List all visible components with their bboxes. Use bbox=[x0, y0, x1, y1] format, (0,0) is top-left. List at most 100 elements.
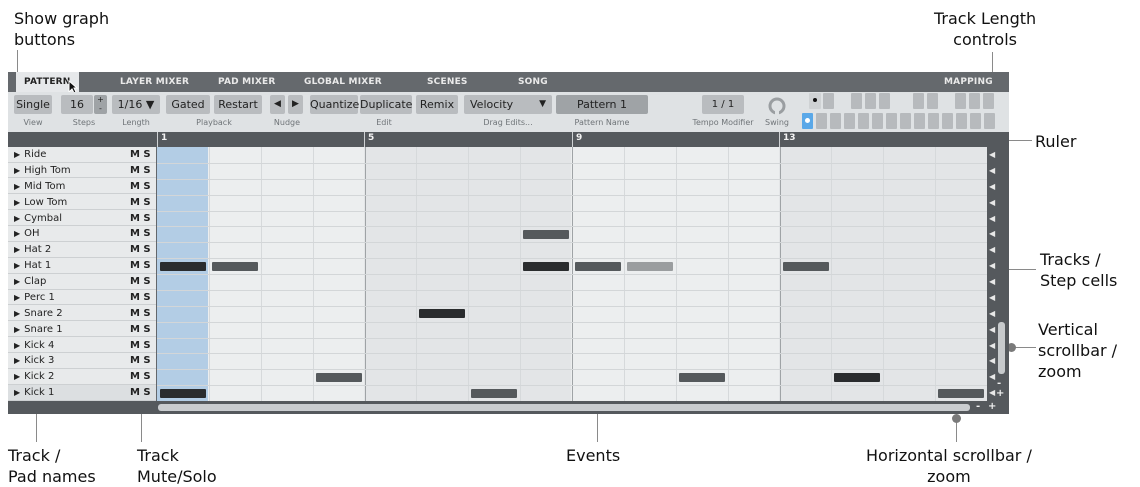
track-length-arrow-icon[interactable]: ◀ bbox=[989, 373, 995, 381]
track-row[interactable]: ▶ Kick 1 M S bbox=[8, 385, 156, 401]
track-row[interactable]: ▶ Kick 3 M S bbox=[8, 353, 156, 369]
view-button[interactable]: Single bbox=[14, 95, 52, 114]
expand-triangle-icon[interactable]: ▶ bbox=[14, 245, 20, 254]
expand-triangle-icon[interactable]: ▶ bbox=[14, 388, 20, 397]
track-length-arrow-icon[interactable]: ◀ bbox=[989, 389, 995, 397]
step-event[interactable] bbox=[523, 230, 569, 239]
expand-triangle-icon[interactable]: ▶ bbox=[14, 261, 20, 270]
mute-solo-buttons[interactable]: M S bbox=[130, 211, 151, 226]
mute-solo-buttons[interactable]: M S bbox=[130, 258, 151, 273]
expand-triangle-icon[interactable]: ▶ bbox=[14, 325, 20, 334]
expand-triangle-icon[interactable]: ▶ bbox=[14, 293, 20, 302]
track-length-arrow-icon[interactable]: ◀ bbox=[989, 230, 995, 238]
steps-up-button[interactable]: + bbox=[94, 95, 107, 104]
drag-edits-dropdown[interactable]: Velocity ▼ bbox=[464, 95, 552, 114]
length-button[interactable] bbox=[983, 93, 994, 109]
length-cell[interactable] bbox=[858, 113, 869, 129]
step-event[interactable] bbox=[419, 309, 465, 318]
track-length-arrow-icon[interactable]: ◀ bbox=[989, 215, 995, 223]
hzoom-plus-icon[interactable]: + bbox=[988, 401, 996, 412]
expand-triangle-icon[interactable]: ▶ bbox=[14, 372, 20, 381]
track-row[interactable]: ▶ Low Tom M S bbox=[8, 195, 156, 211]
mute-solo-buttons[interactable]: M S bbox=[130, 322, 151, 337]
mute-solo-buttons[interactable]: M S bbox=[130, 195, 151, 210]
track-length-arrow-icon[interactable]: ◀ bbox=[989, 326, 995, 334]
mute-solo-buttons[interactable]: M S bbox=[130, 242, 151, 257]
step-event[interactable] bbox=[471, 389, 517, 398]
expand-triangle-icon[interactable]: ▶ bbox=[14, 341, 20, 350]
tab-global-mixer[interactable]: GLOBAL MIXER bbox=[304, 72, 382, 92]
track-row[interactable]: ▶ Mid Tom M S bbox=[8, 179, 156, 195]
track-length-arrow-icon[interactable]: ◀ bbox=[989, 342, 995, 350]
mute-solo-buttons[interactable]: M S bbox=[130, 353, 151, 368]
step-event[interactable] bbox=[523, 262, 569, 271]
tempo-modifier-field[interactable]: 1 / 1 bbox=[702, 95, 744, 114]
ruler[interactable]: 1 5 9 13 bbox=[8, 132, 1009, 147]
track-row[interactable]: ▶ Snare 1 M S bbox=[8, 322, 156, 338]
mute-solo-buttons[interactable]: M S bbox=[130, 385, 151, 400]
length-dropdown[interactable]: 1/16 ▼ bbox=[112, 95, 160, 114]
remix-button[interactable]: Remix bbox=[416, 95, 458, 114]
track-row[interactable]: ▶ OH M S bbox=[8, 226, 156, 242]
length-button[interactable] bbox=[823, 93, 834, 109]
length-button[interactable] bbox=[927, 93, 938, 109]
length-button[interactable] bbox=[879, 93, 890, 109]
swing-knob-icon[interactable] bbox=[767, 96, 787, 116]
track-row[interactable]: ▶ Clap M S bbox=[8, 274, 156, 290]
step-event[interactable] bbox=[938, 389, 984, 398]
track-name[interactable]: ▶ Low Tom bbox=[14, 195, 67, 210]
length-cell[interactable] bbox=[928, 113, 939, 129]
restart-button[interactable]: Restart bbox=[214, 95, 262, 114]
horizontal-scrollbar[interactable]: - + bbox=[8, 401, 1009, 414]
track-row[interactable]: ▶ Ride M S bbox=[8, 147, 156, 163]
mute-solo-buttons[interactable]: M S bbox=[130, 226, 151, 241]
track-length-arrow-icon[interactable]: ◀ bbox=[989, 246, 995, 254]
track-name[interactable]: ▶ Kick 1 bbox=[14, 385, 54, 400]
track-row[interactable]: ▶ Hat 1 M S bbox=[8, 258, 156, 274]
track-row[interactable]: ▶ Cymbal M S bbox=[8, 211, 156, 227]
nudge-right-button[interactable]: ▶ bbox=[288, 95, 303, 114]
quantize-button[interactable]: Quantize bbox=[310, 95, 359, 114]
length-cell[interactable] bbox=[844, 113, 855, 129]
expand-triangle-icon[interactable]: ▶ bbox=[14, 182, 20, 191]
track-name[interactable]: ▶ Clap bbox=[14, 274, 46, 289]
expand-triangle-icon[interactable]: ▶ bbox=[14, 150, 20, 159]
step-grid[interactable] bbox=[157, 147, 987, 401]
steps-down-button[interactable]: - bbox=[94, 104, 107, 113]
mute-solo-buttons[interactable]: M S bbox=[130, 163, 151, 178]
track-name[interactable]: ▶ Mid Tom bbox=[14, 179, 65, 194]
track-length-arrow-icon[interactable]: ◀ bbox=[989, 294, 995, 302]
zoom-plus-icon[interactable]: + bbox=[996, 388, 1004, 399]
mute-solo-buttons[interactable]: M S bbox=[130, 290, 151, 305]
mute-solo-buttons[interactable]: M S bbox=[130, 338, 151, 353]
step-event[interactable] bbox=[834, 373, 880, 382]
length-cell[interactable] bbox=[886, 113, 897, 129]
mute-solo-buttons[interactable]: M S bbox=[130, 306, 151, 321]
step-event[interactable] bbox=[212, 262, 258, 271]
horizontal-scrollbar-thumb[interactable] bbox=[158, 404, 970, 411]
expand-triangle-icon[interactable]: ▶ bbox=[14, 309, 20, 318]
track-name[interactable]: ▶ Hat 1 bbox=[14, 258, 51, 273]
track-name[interactable]: ▶ Perc 1 bbox=[14, 290, 55, 305]
length-cell[interactable] bbox=[942, 113, 953, 129]
vertical-scrollbar-thumb[interactable] bbox=[998, 322, 1005, 374]
step-event[interactable] bbox=[575, 262, 621, 271]
steps-stepper[interactable]: + - bbox=[94, 95, 107, 114]
track-name[interactable]: ▶ High Tom bbox=[14, 163, 71, 178]
step-event[interactable] bbox=[627, 262, 673, 271]
track-length-arrow-icon[interactable]: ◀ bbox=[989, 183, 995, 191]
mute-solo-buttons[interactable]: M S bbox=[130, 179, 151, 194]
expand-triangle-icon[interactable]: ▶ bbox=[14, 229, 20, 238]
track-row[interactable]: ▶ Kick 4 M S bbox=[8, 338, 156, 354]
length-cell[interactable] bbox=[830, 113, 841, 129]
track-name[interactable]: ▶ Kick 2 bbox=[14, 369, 54, 384]
hzoom-minus-icon[interactable]: - bbox=[976, 401, 980, 412]
track-length-arrow-icon[interactable]: ◀ bbox=[989, 167, 995, 175]
track-name[interactable]: ▶ Kick 3 bbox=[14, 353, 54, 368]
expand-triangle-icon[interactable]: ▶ bbox=[14, 356, 20, 365]
track-row[interactable]: ▶ Perc 1 M S bbox=[8, 290, 156, 306]
track-name[interactable]: ▶ Ride bbox=[14, 147, 46, 162]
tab-scenes[interactable]: SCENES bbox=[427, 72, 468, 92]
nudge-left-button[interactable]: ◀ bbox=[270, 95, 285, 114]
tab-mapping[interactable]: MAPPING bbox=[944, 72, 993, 92]
